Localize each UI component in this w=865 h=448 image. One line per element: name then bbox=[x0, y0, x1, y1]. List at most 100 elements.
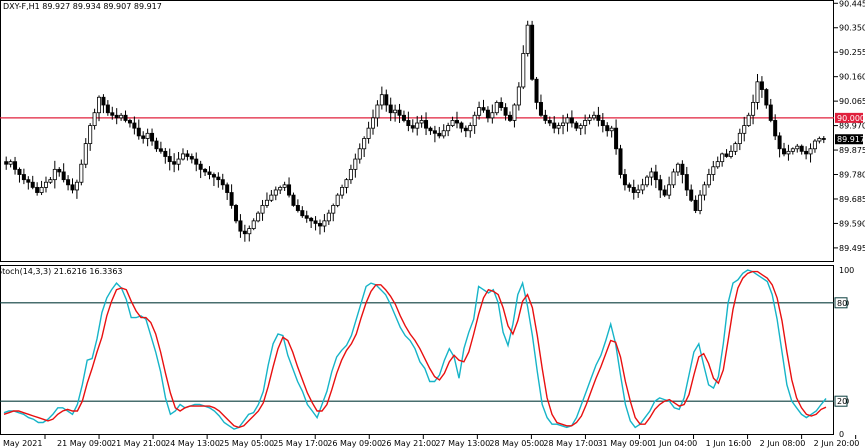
bull-candle-body bbox=[269, 194, 274, 201]
candle bbox=[251, 218, 256, 231]
candle bbox=[26, 176, 31, 190]
candle bbox=[432, 125, 437, 143]
candle bbox=[304, 210, 309, 223]
stoch-level-tag: 80 bbox=[834, 297, 848, 309]
bear-candle-body bbox=[684, 174, 689, 191]
bear-candle-body bbox=[569, 117, 574, 124]
candle bbox=[114, 108, 119, 125]
candle bbox=[348, 164, 353, 184]
bull-candle-body bbox=[733, 143, 738, 152]
bear-candle-body bbox=[225, 184, 230, 193]
price-tick-label: 89.780 bbox=[839, 171, 865, 180]
bull-candle-body bbox=[786, 150, 791, 155]
candle bbox=[706, 168, 711, 188]
bull-candle-body bbox=[348, 168, 353, 181]
chart-window[interactable]: 90.445 90.350 90.255 90.160 90.065 89.970 89.8… bbox=[0, 0, 865, 448]
bear-candle-body bbox=[13, 161, 18, 170]
candle bbox=[92, 108, 97, 130]
candle bbox=[799, 144, 804, 155]
bear-candle-body bbox=[123, 114, 128, 121]
candle bbox=[680, 160, 685, 184]
bear-candle-body bbox=[194, 158, 199, 165]
candle bbox=[163, 147, 168, 164]
time-tick-label: 21 May 21:00 bbox=[111, 439, 166, 448]
bull-candle-body bbox=[698, 194, 703, 211]
time-tick-label: May 2021 bbox=[3, 439, 42, 448]
candle bbox=[269, 190, 274, 202]
time-tick-label: 2 Jun 08:00 bbox=[760, 439, 806, 448]
bear-candle-body bbox=[538, 102, 543, 116]
bear-candle-body bbox=[773, 120, 778, 137]
price-tick-label: 90.255 bbox=[839, 48, 865, 57]
bear-candle-body bbox=[401, 114, 406, 121]
candle bbox=[786, 144, 791, 161]
bear-candle-body bbox=[410, 125, 415, 129]
candle bbox=[764, 88, 769, 109]
candle bbox=[728, 145, 733, 159]
bear-candle-body bbox=[658, 179, 663, 191]
bear-candle-body bbox=[600, 120, 605, 126]
candle bbox=[521, 45, 526, 90]
bear-candle-body bbox=[499, 102, 504, 108]
stoch-header: Stoch(14,3,3) 21.6216 16.3363 bbox=[0, 267, 123, 276]
candle bbox=[185, 150, 190, 161]
candle bbox=[804, 146, 809, 160]
candle bbox=[631, 179, 636, 200]
bear-candle-body bbox=[596, 114, 601, 121]
candle bbox=[353, 153, 358, 178]
bull-candle-body bbox=[812, 140, 817, 150]
bear-candle-body bbox=[211, 174, 216, 178]
bull-candle-body bbox=[715, 161, 720, 168]
candle bbox=[127, 118, 132, 128]
candle bbox=[340, 184, 345, 199]
candle bbox=[481, 99, 486, 113]
candle bbox=[512, 103, 517, 128]
bear-candle-body bbox=[463, 127, 468, 132]
candle bbox=[662, 185, 667, 198]
candle bbox=[88, 123, 93, 151]
candle bbox=[406, 111, 411, 132]
candle bbox=[194, 152, 199, 172]
bull-candle-body bbox=[119, 114, 124, 119]
bull-candle-body bbox=[591, 114, 596, 119]
candle bbox=[101, 94, 106, 114]
candle bbox=[158, 141, 163, 154]
candle bbox=[35, 182, 40, 196]
axis-tags: 90.000 89.917 80 20 bbox=[834, 112, 865, 407]
candle bbox=[702, 181, 707, 201]
candle bbox=[216, 172, 221, 188]
candle bbox=[446, 122, 451, 137]
stoch-tick-label: 100 bbox=[839, 266, 854, 275]
bull-candle-body bbox=[79, 163, 84, 183]
bear-candle-body bbox=[136, 127, 141, 137]
candle bbox=[79, 159, 84, 186]
bull-candle-body bbox=[282, 184, 287, 188]
candle bbox=[145, 128, 150, 147]
time-tick-label: 31 May 09:00 bbox=[597, 439, 652, 448]
candle bbox=[675, 162, 680, 176]
candle bbox=[242, 224, 247, 242]
candle bbox=[384, 89, 389, 112]
level-price-tag: 90.000 bbox=[835, 112, 865, 123]
bear-candle-body bbox=[30, 181, 35, 188]
candle bbox=[574, 121, 579, 132]
bull-candle-body bbox=[256, 212, 261, 222]
candle bbox=[229, 184, 234, 209]
candle bbox=[530, 20, 535, 81]
candle bbox=[48, 177, 53, 184]
candle bbox=[742, 116, 747, 142]
bear-candle-body bbox=[70, 184, 75, 191]
candle bbox=[622, 168, 627, 191]
candle bbox=[172, 153, 177, 173]
bear-candle-body bbox=[724, 153, 729, 157]
candle bbox=[578, 123, 583, 136]
candle bbox=[689, 184, 694, 202]
candle bbox=[362, 136, 367, 157]
candle bbox=[565, 113, 570, 132]
candle bbox=[13, 156, 18, 175]
candle bbox=[419, 115, 424, 128]
bull-candle-body bbox=[379, 94, 384, 106]
bull-candle-body bbox=[751, 102, 756, 116]
stoch-main-line bbox=[3, 269, 827, 430]
stoch-axis: 100 80 20 0 bbox=[839, 266, 854, 439]
